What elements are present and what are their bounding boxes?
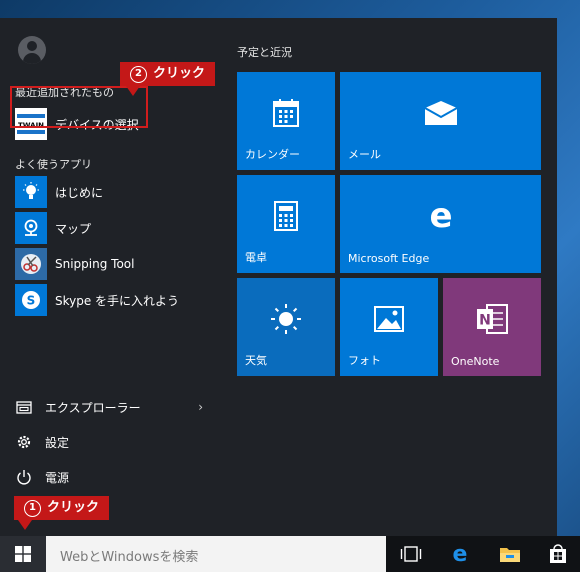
frequent-apps-label: よく使うアプリ [15,158,92,171]
gear-icon [15,433,33,451]
svg-text:e: e [453,543,468,565]
app-snipping-tool[interactable]: Snipping Tool [15,248,215,280]
tile-edge[interactable]: e Microsoft Edge [340,175,541,273]
svg-text:N: N [479,313,491,329]
mail-icon [424,100,458,130]
app-maps-label: マップ [55,221,92,236]
tile-weather[interactable]: 天気 [237,278,335,376]
lightbulb-icon [15,176,47,208]
tile-edge-label: Microsoft Edge [348,252,430,265]
folder-icon [15,398,33,416]
calendar-icon [272,98,300,132]
callout-step-2-number: 2 [130,66,147,83]
tile-calculator-label: 電卓 [245,251,267,264]
app-getstarted[interactable]: はじめに [15,176,215,208]
settings-item[interactable]: 設定 [15,427,215,457]
tile-mail-label: メール [348,148,381,161]
task-view-icon[interactable] [389,536,433,572]
store-taskbar-icon[interactable] [536,536,580,572]
callout-step-2-text: クリック [153,66,206,81]
svg-text:S: S [27,294,36,308]
app-skype-label: Skype を手に入れよう [55,293,180,308]
tile-onenote-label: OneNote [451,355,500,368]
explorer-label: エクスプローラー [45,400,141,415]
tile-calendar[interactable]: カレンダー [237,72,335,170]
tile-onenote[interactable]: N OneNote [443,278,541,376]
callout-step-1-text: クリック [47,500,100,515]
tile-photos-label: フォト [348,354,381,367]
start-button[interactable] [0,536,46,572]
app-maps[interactable]: マップ [15,212,215,244]
tile-weather-label: 天気 [245,354,267,367]
skype-icon: S [15,284,47,316]
chevron-right-icon[interactable]: › [198,400,203,414]
callout-step-2-tail [126,86,140,96]
tile-calculator[interactable]: 電卓 [237,175,335,273]
file-explorer-taskbar-icon[interactable] [488,536,532,572]
callout-step-1: 1 クリック [14,496,110,520]
app-skype[interactable]: S Skype を手に入れよう [15,284,215,316]
map-icon [15,212,47,244]
power-icon [15,468,33,486]
power-item[interactable]: 電源 [15,462,215,492]
taskbar: WebとWindowsを検索 e [0,536,580,572]
app-snipping-tool-label: Snipping Tool [55,257,135,271]
tile-mail[interactable]: メール [340,72,541,170]
avatar-body [23,53,41,64]
settings-label: 設定 [45,435,70,450]
search-input[interactable]: WebとWindowsを検索 [46,536,386,572]
explorer-item[interactable]: エクスプローラー › [15,392,215,422]
callout-step-2: 2 クリック [120,62,216,86]
edge-icon: e [424,196,458,237]
tile-photos[interactable]: フォト [340,278,438,376]
onenote-icon: N [475,303,509,339]
callout-step-1-number: 1 [24,500,41,517]
photos-icon [374,306,404,336]
edge-taskbar-icon[interactable]: e [438,536,482,572]
windows-logo-icon [15,546,31,562]
user-avatar[interactable] [18,36,46,64]
tiles-section-title: 予定と近況 [237,46,292,59]
tile-calendar-label: カレンダー [245,148,300,161]
app-getstarted-label: はじめに [55,185,104,200]
calculator-icon [274,201,298,235]
svg-text:e: e [429,199,452,233]
scissors-icon [15,248,47,280]
avatar-head [27,41,37,51]
power-label: 電源 [45,470,70,485]
callout-step-1-tail [18,520,32,530]
search-placeholder: WebとWindowsを検索 [60,550,199,565]
weather-sun-icon [269,302,303,340]
